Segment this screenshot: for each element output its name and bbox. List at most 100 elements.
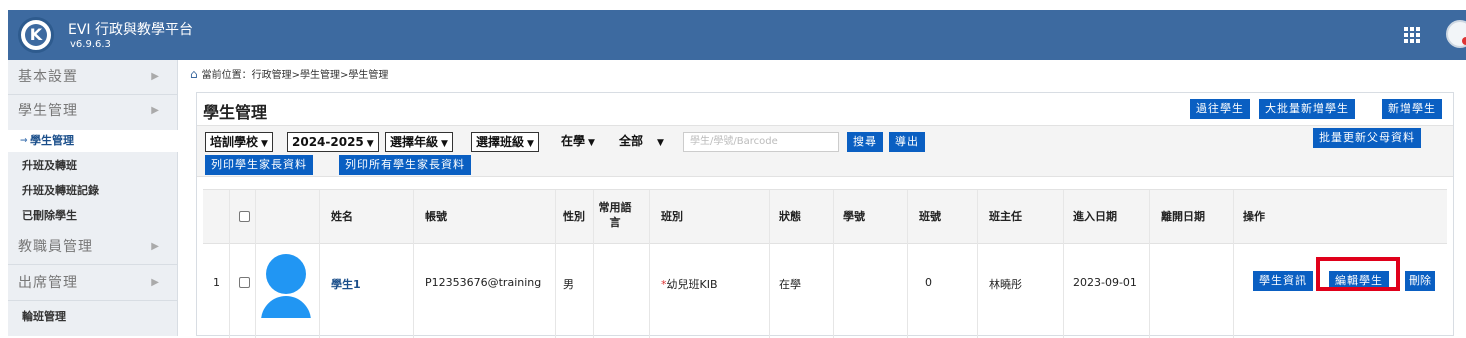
app-frame: K EVI 行政與教學平台 v6.9.6.3 基本設置 ▶ 學生管理 ▶ 學生管… bbox=[0, 0, 1466, 338]
sidebar-item-student-management[interactable]: 學生管理 ▶ bbox=[8, 98, 178, 124]
sidebar-subitem-label: 升班及轉班 bbox=[22, 159, 77, 172]
export-button[interactable]: 導出 bbox=[889, 132, 925, 152]
chevron-right-icon: ▶ bbox=[151, 241, 160, 252]
search-button[interactable]: 搜尋 bbox=[847, 132, 883, 152]
sidebar-subitem-student-management[interactable]: 學生管理 bbox=[8, 130, 178, 152]
sidebar-divider bbox=[8, 264, 178, 265]
sidebar-item-staff-management[interactable]: 教職員管理 ▶ bbox=[8, 234, 178, 260]
column-divider bbox=[977, 190, 978, 338]
row-checkbox[interactable] bbox=[239, 277, 250, 288]
col-name[interactable]: 姓名 bbox=[331, 190, 353, 244]
chevron-down-icon: ▼ bbox=[261, 139, 268, 149]
chevron-down-icon: ▼ bbox=[657, 138, 664, 148]
past-students-button[interactable]: 過往學生 bbox=[1190, 99, 1250, 119]
sidebar-item-label: 教職員管理 bbox=[18, 239, 93, 255]
add-student-button[interactable]: 新增學生 bbox=[1382, 99, 1442, 119]
main-panel: 學生管理 過往學生 大批量新增學生 新增學生 培訓學校 ▼ 2024-2025 ▼ … bbox=[196, 92, 1454, 338]
chevron-right-icon: ▶ bbox=[151, 71, 160, 82]
column-divider bbox=[907, 190, 908, 338]
chevron-down-icon: ▼ bbox=[527, 139, 534, 149]
col-class-no[interactable]: 班號 bbox=[919, 190, 941, 244]
app-title: EVI 行政與教學平台 bbox=[68, 22, 194, 38]
filter-toolbar: 培訓學校 ▼ 2024-2025 ▼ 選擇年級 ▼ 選擇班級 ▼ 在學 ▼ 全部 ▼ 學生/… bbox=[197, 125, 1453, 177]
select-all-checkbox[interactable] bbox=[239, 211, 250, 222]
chevron-right-icon: ▶ bbox=[151, 105, 160, 116]
student-account: P12353676@training bbox=[425, 276, 542, 289]
app-version: v6.9.6.3 bbox=[70, 39, 111, 50]
status-select[interactable]: 在學 ▼ bbox=[557, 132, 599, 152]
school-select[interactable]: 培訓學校 ▼ bbox=[205, 132, 273, 152]
sidebar-subitem-promotion-records[interactable]: 升班及轉班記錄 bbox=[8, 180, 178, 202]
student-gender: 男 bbox=[563, 278, 574, 291]
sidebar-subitem-label: 已刪除學生 bbox=[22, 209, 77, 222]
page-title: 學生管理 bbox=[203, 103, 268, 122]
school-year-select[interactable]: 2024-2025 ▼ bbox=[287, 132, 379, 152]
top-header: K EVI 行政與教學平台 v6.9.6.3 bbox=[8, 10, 1466, 60]
sidebar-divider bbox=[8, 300, 178, 301]
sidebar-subitem-deleted-students[interactable]: 已刪除學生 bbox=[8, 205, 178, 227]
search-input[interactable]: 學生/學號/Barcode bbox=[683, 132, 839, 152]
student-table: 姓名 帳號 性別 常用語言 班別 狀態 學號 班號 班主任 進入日期 離開日期 … bbox=[203, 189, 1447, 338]
sidebar-subitem-label: 學生管理 bbox=[30, 134, 74, 147]
col-enter-date[interactable]: 進入日期 bbox=[1073, 190, 1117, 244]
student-class: *幼兒班KIB bbox=[661, 276, 718, 292]
column-divider bbox=[413, 190, 414, 338]
sidebar-item-label: 基本設置 bbox=[18, 69, 78, 85]
print-parents-button[interactable]: 列印學生家長資料 bbox=[205, 155, 313, 175]
student-class-no: 0 bbox=[925, 276, 932, 289]
student-class-name: 幼兒班KIB bbox=[666, 278, 718, 291]
scope-select[interactable]: 全部 ▼ bbox=[615, 132, 668, 152]
student-status: 在學 bbox=[779, 278, 801, 291]
grade-select[interactable]: 選擇年級 ▼ bbox=[385, 132, 453, 152]
col-gender[interactable]: 性別 bbox=[563, 190, 585, 244]
apps-grid-icon[interactable] bbox=[1404, 27, 1420, 43]
bulk-add-students-button[interactable]: 大批量新增學生 bbox=[1259, 99, 1355, 119]
column-divider bbox=[769, 190, 770, 338]
col-class[interactable]: 班別 bbox=[661, 190, 683, 244]
col-teacher[interactable]: 班主任 bbox=[989, 190, 1022, 244]
col-status[interactable]: 狀態 bbox=[779, 190, 801, 244]
student-teacher: 林曉彤 bbox=[989, 278, 1022, 291]
sidebar-divider bbox=[8, 94, 178, 95]
bulk-update-parents-button[interactable]: 批量更新父母資料 bbox=[1313, 128, 1421, 148]
column-divider bbox=[255, 190, 256, 338]
sidebar-subitem-label: 輪班管理 bbox=[22, 310, 66, 323]
sidebar-item-basic-settings[interactable]: 基本設置 ▶ bbox=[8, 64, 178, 90]
notification-dot bbox=[1462, 37, 1466, 45]
sidebar-subitem-shift-management[interactable]: 輪班管理 bbox=[8, 306, 178, 328]
column-divider bbox=[229, 190, 230, 338]
table-header: 姓名 帳號 性別 常用語言 班別 狀態 學號 班號 班主任 進入日期 離開日期 … bbox=[203, 190, 1447, 244]
col-student-no[interactable]: 學號 bbox=[843, 190, 865, 244]
col-account[interactable]: 帳號 bbox=[425, 190, 447, 244]
chevron-down-icon: ▼ bbox=[366, 139, 374, 149]
student-name-link[interactable]: 學生1 bbox=[331, 276, 361, 292]
column-divider bbox=[555, 190, 556, 338]
column-divider bbox=[593, 190, 594, 338]
home-icon[interactable]: ⌂ bbox=[190, 67, 198, 81]
sidebar-item-attendance[interactable]: 出席管理 ▶ bbox=[8, 270, 178, 296]
sidebar-item-label: 出席管理 bbox=[18, 275, 78, 291]
print-all-parents-button[interactable]: 列印所有學生家長資料 bbox=[339, 155, 471, 175]
col-language[interactable]: 常用語言 bbox=[595, 190, 635, 244]
student-info-button[interactable]: 學生資訊 bbox=[1253, 271, 1313, 291]
column-divider bbox=[1063, 190, 1064, 338]
breadcrumb-text: 當前位置：行政管理>學生管理>學生管理 bbox=[201, 70, 389, 81]
column-divider bbox=[833, 190, 834, 338]
column-divider bbox=[319, 190, 320, 338]
highlight-box bbox=[1316, 257, 1400, 291]
sidebar: 基本設置 ▶ 學生管理 ▶ 學生管理 升班及轉班 升班及轉班記錄 已刪除學生 教… bbox=[8, 60, 178, 336]
student-avatar bbox=[261, 254, 311, 318]
col-actions: 操作 bbox=[1243, 210, 1265, 223]
delete-student-button[interactable]: 刪除 bbox=[1405, 271, 1435, 291]
col-leave-date[interactable]: 離開日期 bbox=[1161, 190, 1205, 244]
column-divider bbox=[1233, 190, 1234, 338]
evi-logo-icon[interactable]: K bbox=[18, 17, 54, 53]
column-divider bbox=[649, 190, 650, 338]
chevron-right-icon: ▶ bbox=[151, 277, 160, 288]
sidebar-subitem-promotion[interactable]: 升班及轉班 bbox=[8, 155, 178, 177]
chevron-down-icon: ▼ bbox=[588, 138, 595, 148]
breadcrumb: ⌂ 當前位置：行政管理>學生管理>學生管理 bbox=[190, 66, 388, 81]
sidebar-subitem-label: 升班及轉班記錄 bbox=[22, 184, 99, 197]
class-select[interactable]: 選擇班級 ▼ bbox=[471, 132, 539, 152]
student-enter-date: 2023-09-01 bbox=[1073, 276, 1137, 289]
